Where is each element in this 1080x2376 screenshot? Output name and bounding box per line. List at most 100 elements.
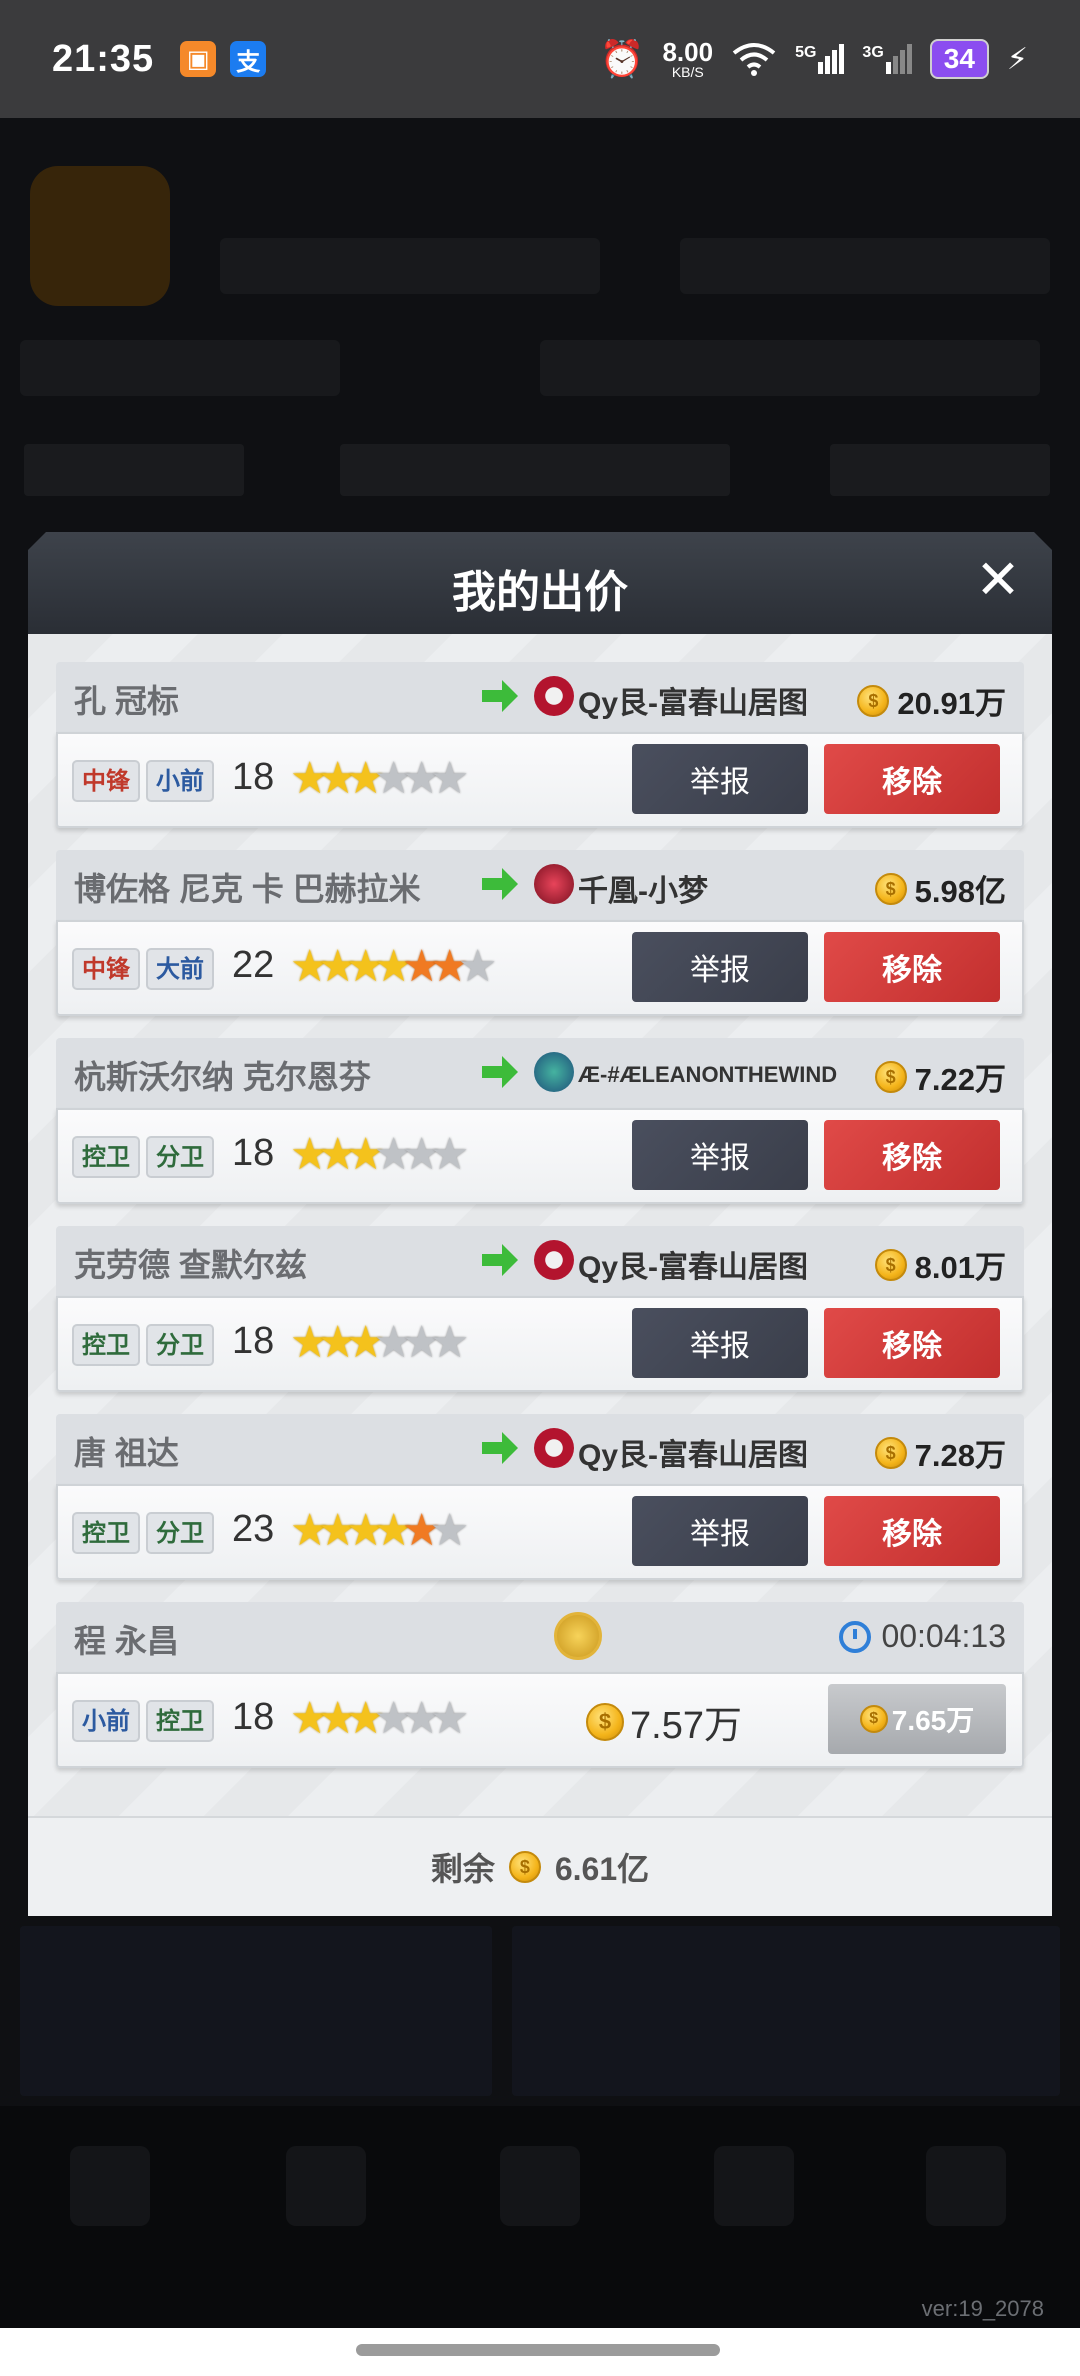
- star-icon: ★: [318, 754, 358, 803]
- position-badge: 控卫: [146, 1700, 214, 1742]
- bid-price: $8.01万: [874, 1242, 1006, 1287]
- bid-row-details: 控卫 分卫 18 ★ ★ ★ ★ ★ ★ 举报 移除: [56, 1108, 1024, 1204]
- position-badge: 中锋: [72, 760, 140, 802]
- star-icon: ★: [374, 1130, 414, 1179]
- remaining-amount: 6.61亿: [554, 1851, 650, 1887]
- rating-stars: ★ ★ ★ ★ ★ ★: [290, 1318, 470, 1367]
- star-icon: ★: [458, 942, 498, 991]
- team-name[interactable]: Qy艮-富春山居图: [578, 1430, 808, 1474]
- coin-icon: $: [508, 1851, 541, 1883]
- team-name[interactable]: 千凰-小梦: [578, 866, 708, 910]
- star-icon: ★: [430, 1694, 470, 1743]
- star-icon: ★: [430, 1318, 470, 1367]
- version-label: ver:19_2078: [921, 2296, 1044, 2321]
- player-age: 22: [232, 944, 275, 986]
- remove-button[interactable]: 移除: [824, 1308, 1000, 1378]
- remove-button[interactable]: 移除: [824, 932, 1000, 1002]
- star-icon: ★: [346, 942, 386, 991]
- star-icon: ★: [346, 1506, 386, 1555]
- position-badge: 小前: [72, 1700, 140, 1742]
- bid-price-value: 5.98亿: [914, 874, 1006, 909]
- report-button[interactable]: 举报: [632, 1308, 808, 1378]
- place-bid-button[interactable]: $7.65万: [828, 1684, 1006, 1754]
- star-icon: ★: [374, 1318, 414, 1367]
- star-icon: ★: [346, 1694, 386, 1743]
- remaining-balance: 剩余 $ 6.61亿: [28, 1816, 1052, 1916]
- star-icon: ★: [402, 1130, 442, 1179]
- position-badge: 控卫: [72, 1512, 140, 1554]
- team-badge-icon: [534, 864, 574, 904]
- team-name[interactable]: Æ-#ÆLEANONTHEWIND: [578, 1062, 837, 1088]
- player-age: 23: [232, 1508, 275, 1550]
- modal-title: 我的出价: [452, 568, 628, 617]
- bid-row-header: 杭斯沃尔纳 克尔恩芬 Æ-#ÆLEANONTHEWIND $7.22万: [56, 1038, 1024, 1108]
- current-price: $7.57万: [586, 1694, 742, 1749]
- auction-badge-icon: [554, 1612, 602, 1660]
- bid-row: 唐 祖达 Qy艮-富春山居图 $7.28万 控卫 分卫 23 ★ ★ ★ ★ ★ ★ 举报 移除: [56, 1414, 1024, 1580]
- report-button[interactable]: 举报: [632, 932, 808, 1002]
- alipay-icon: 支: [230, 41, 267, 77]
- bid-button-price: 7.65万: [891, 1705, 975, 1736]
- star-icon: ★: [430, 754, 470, 803]
- notification-app-icon: ▣: [180, 41, 217, 77]
- team-badge-icon: [534, 1052, 574, 1092]
- signal-5g-icon: 5G: [795, 44, 845, 74]
- bid-row-details: 中锋 大前 22 ★ ★ ★ ★ ★ ★ ★ 举报 移除: [56, 920, 1024, 1016]
- player-name[interactable]: 克劳德 查默尔兹: [74, 1240, 307, 1286]
- bid-price-value: 8.01万: [914, 1250, 1006, 1285]
- bid-row-details: 中锋 小前 18 ★ ★ ★ ★ ★ ★ 举报 移除: [56, 732, 1024, 828]
- player-name[interactable]: 博佐格 尼克 卡 巴赫拉米: [74, 864, 421, 910]
- star-icon: ★: [430, 942, 470, 991]
- position-badge: 大前: [146, 948, 214, 990]
- remove-button[interactable]: 移除: [824, 744, 1000, 814]
- rating-stars: ★ ★ ★ ★ ★ ★: [290, 1506, 470, 1555]
- bid-row-header: 博佐格 尼克 卡 巴赫拉米 千凰-小梦 $5.98亿: [56, 850, 1024, 920]
- bid-price: $20.91万: [857, 678, 1006, 723]
- star-icon: ★: [318, 1506, 358, 1555]
- countdown-timer: 00:04:13: [839, 1618, 1006, 1655]
- team-name[interactable]: Qy艮-富春山居图: [578, 678, 808, 722]
- player-name[interactable]: 唐 祖达: [74, 1428, 179, 1474]
- player-name[interactable]: 孔 冠标: [74, 676, 179, 722]
- player-name[interactable]: 杭斯沃尔纳 克尔恩芬: [74, 1052, 371, 1098]
- star-icon: ★: [346, 1318, 386, 1367]
- auction-row: 程 永昌 00:04:13 小前 控卫 18 ★ ★ ★ ★ ★ ★ $7.57万 $7.65万: [56, 1602, 1024, 1768]
- star-icon: ★: [290, 942, 330, 991]
- rating-stars: ★ ★ ★ ★ ★ ★: [290, 754, 470, 803]
- star-icon: ★: [402, 754, 442, 803]
- remove-button[interactable]: 移除: [824, 1120, 1000, 1190]
- home-indicator[interactable]: [356, 2344, 720, 2356]
- position-badge: 分卫: [146, 1512, 214, 1554]
- star-icon: ★: [430, 1506, 470, 1555]
- team-badge-icon: [534, 676, 574, 716]
- arrow-right-icon: [482, 680, 518, 712]
- coin-icon: $: [859, 1705, 888, 1733]
- charging-icon: ⚡: [1006, 42, 1028, 76]
- report-button[interactable]: 举报: [632, 1120, 808, 1190]
- report-button[interactable]: 举报: [632, 744, 808, 814]
- star-icon: ★: [402, 942, 442, 991]
- close-icon[interactable]: ✕: [974, 553, 1022, 607]
- current-price-value: 7.57万: [630, 1705, 742, 1747]
- rating-stars: ★ ★ ★ ★ ★ ★ ★: [290, 942, 498, 991]
- remaining-label: 剩余: [430, 1851, 495, 1887]
- star-icon: ★: [290, 754, 330, 803]
- position-badge: 小前: [146, 760, 214, 802]
- team-badge-icon: [534, 1428, 574, 1468]
- signal-3g-icon: 3G: [862, 44, 912, 74]
- bid-row-header: 唐 祖达 Qy艮-富春山居图 $7.28万: [56, 1414, 1024, 1484]
- player-name[interactable]: 程 永昌: [74, 1616, 179, 1662]
- clock: 21:35: [52, 37, 155, 80]
- bid-row: 孔 冠标 Qy艮-富春山居图 $20.91万 中锋 小前 18 ★ ★ ★ ★ ★ ★ 举报 移除: [56, 662, 1024, 828]
- coin-icon: $: [857, 684, 890, 717]
- report-button[interactable]: 举报: [632, 1496, 808, 1566]
- bid-row: 杭斯沃尔纳 克尔恩芬 Æ-#ÆLEANONTHEWIND $7.22万 控卫 分卫 18 ★…: [56, 1038, 1024, 1204]
- star-icon: ★: [318, 1318, 358, 1367]
- remove-button[interactable]: 移除: [824, 1496, 1000, 1566]
- team-name[interactable]: Qy艮-富春山居图: [578, 1242, 808, 1286]
- bid-price: $5.98亿: [874, 866, 1006, 911]
- timer-icon: [839, 1620, 872, 1653]
- star-icon: ★: [290, 1130, 330, 1179]
- position-badge: 分卫: [146, 1136, 214, 1178]
- coin-icon: $: [874, 1248, 907, 1281]
